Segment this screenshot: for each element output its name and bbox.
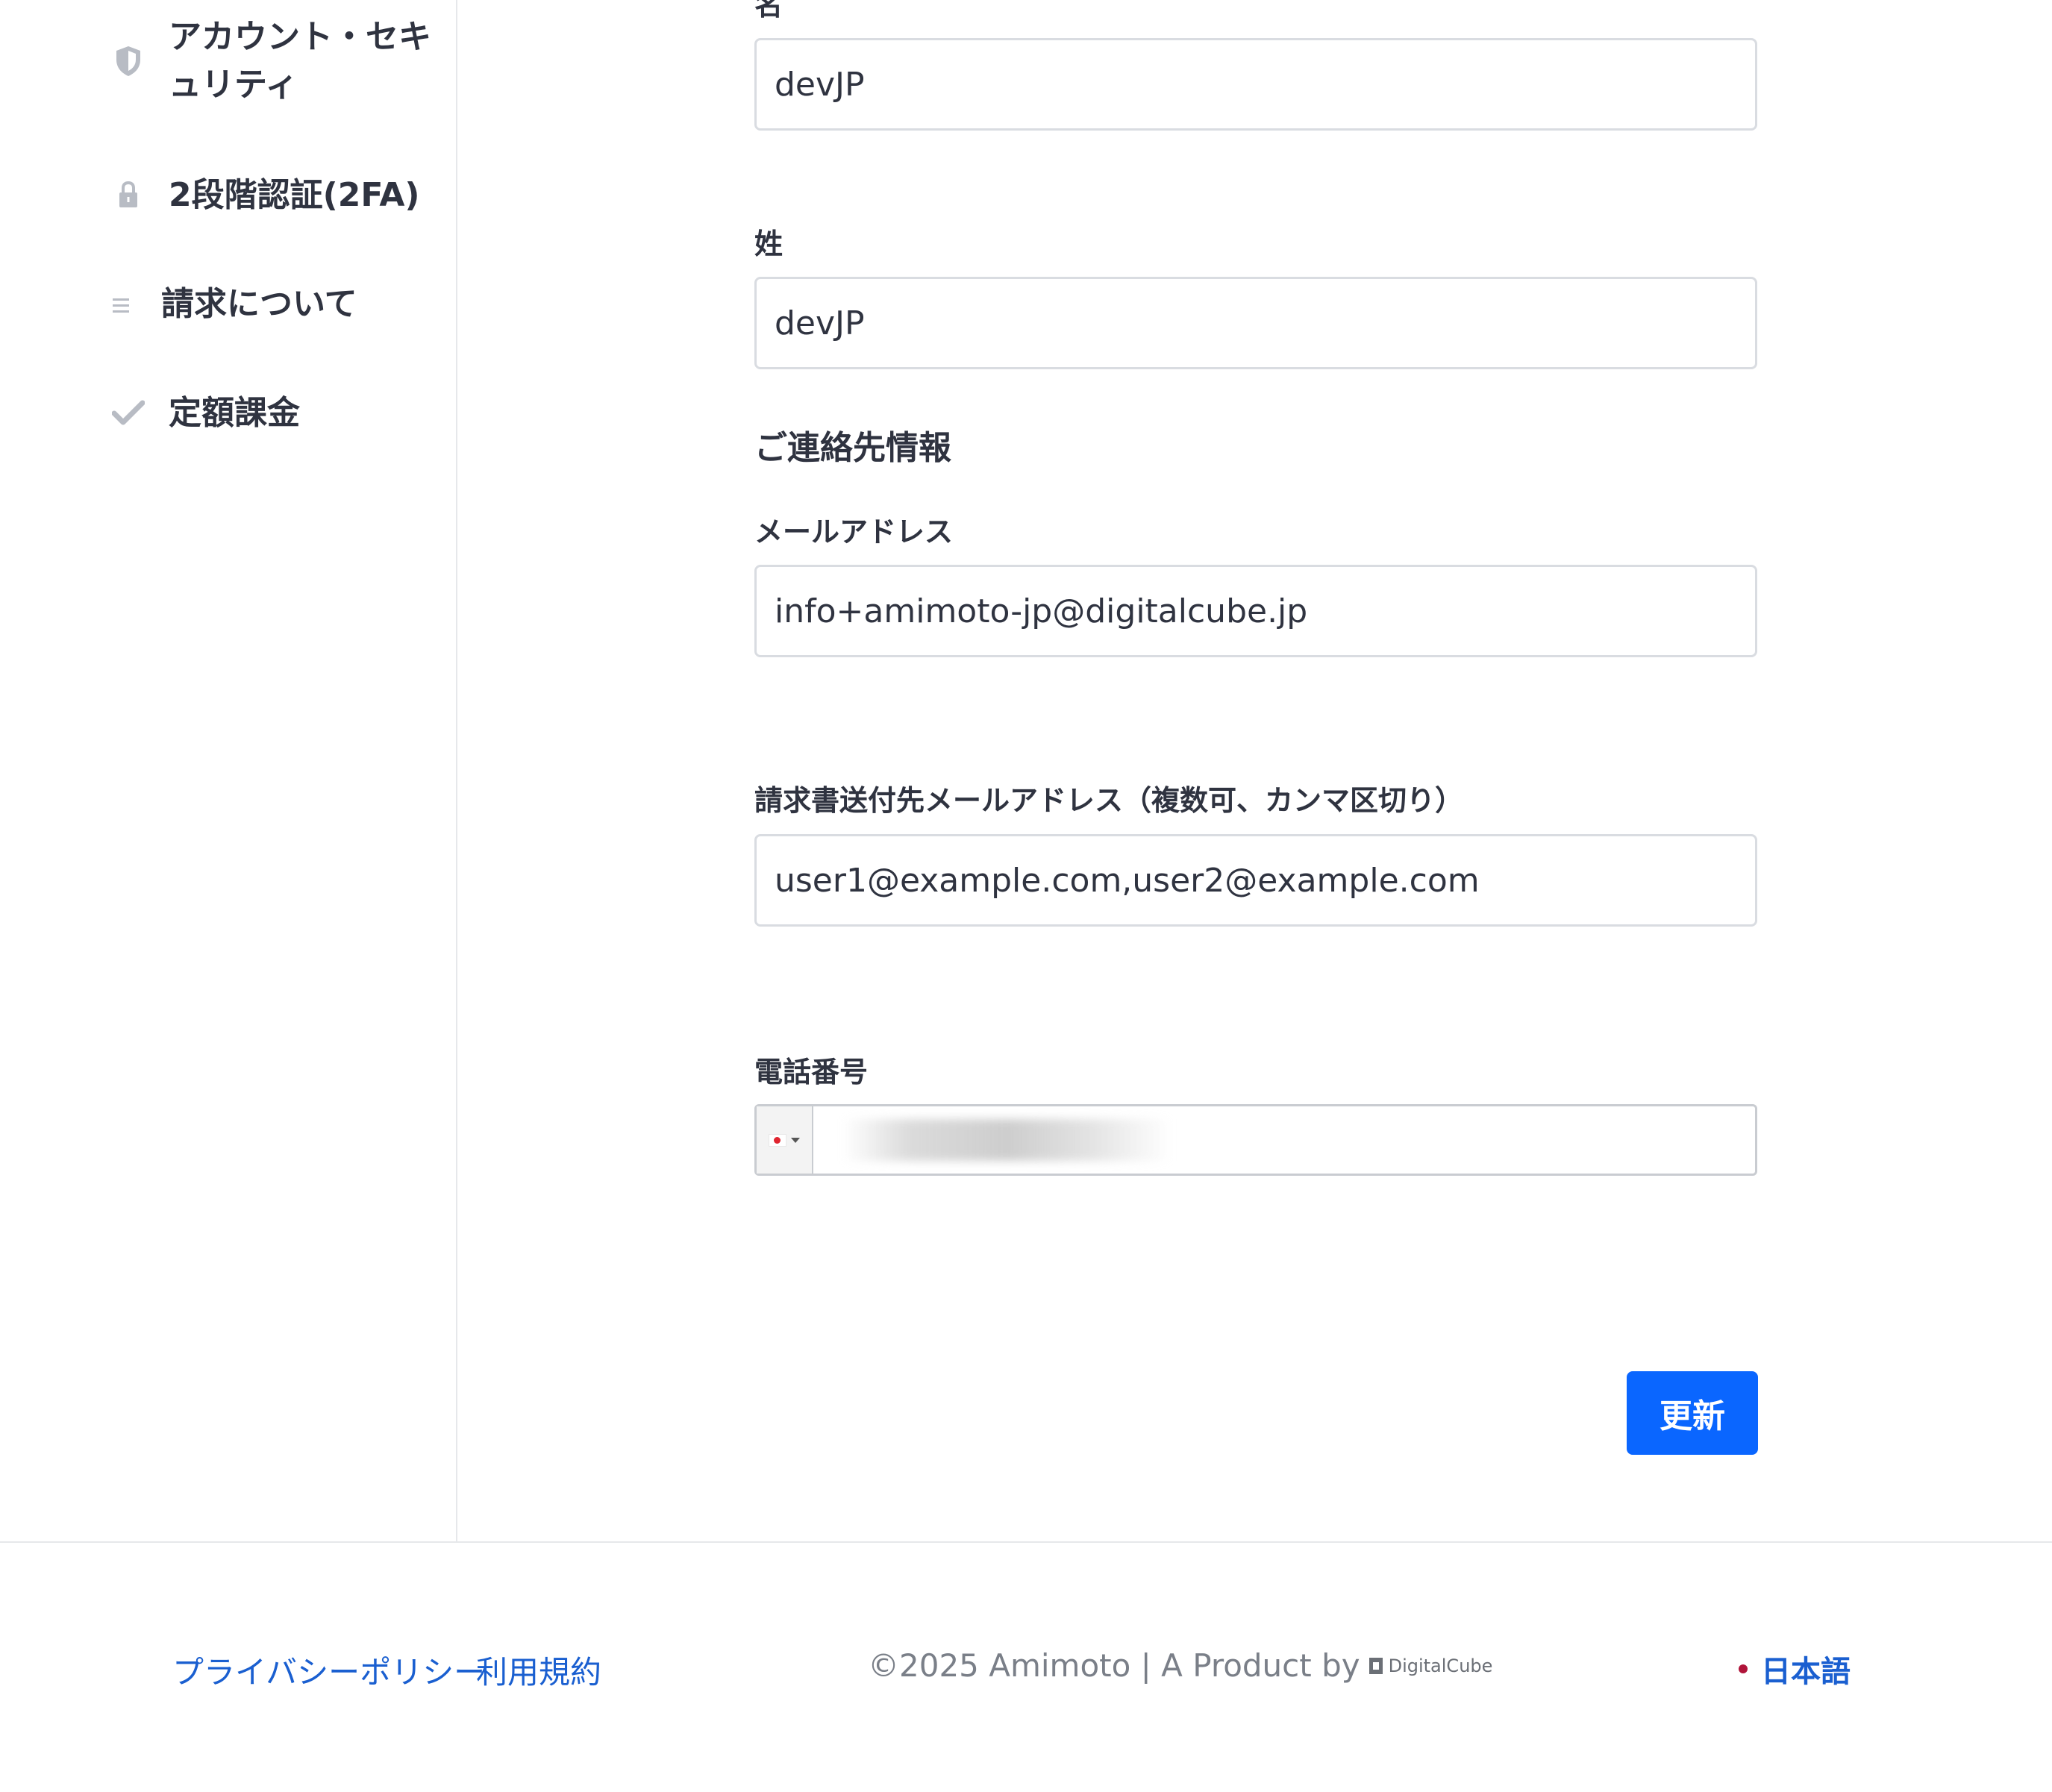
sidebar-item-label: 定額課金 xyxy=(169,394,300,432)
chevron-down-icon xyxy=(791,1137,800,1143)
language-switcher[interactable]: 日本語 xyxy=(1739,1647,1851,1691)
sidebar-item-label: 2段階認証(2FA) xyxy=(169,176,420,214)
copyright-text: ©2025 Amimoto | A Product by xyxy=(868,1647,1360,1684)
sidebar-item-account-security[interactable]: アカウント・セキ ュリティ xyxy=(110,13,431,109)
sidebar-item-billing[interactable]: 請求について xyxy=(103,281,357,328)
sidebar-item-subscription[interactable]: 定額課金 xyxy=(110,389,300,437)
contact-info-heading: ご連絡先情報 xyxy=(754,429,951,467)
account-settings-page: アカウント・セキ ュリティ 2段階認証(2FA) 請求について 定額課金 名 d… xyxy=(0,0,2052,1792)
last-name-input[interactable] xyxy=(754,277,1757,369)
email-label: メールアドレス xyxy=(754,516,954,548)
list-icon xyxy=(103,281,139,315)
language-dot-icon xyxy=(1739,1664,1748,1673)
last-name-label: 姓 xyxy=(754,228,783,260)
digitalcube-logo-icon xyxy=(1368,1657,1383,1674)
sidebar-item-label: アカウント・セキ ュリティ xyxy=(169,18,431,104)
country-code-dropdown[interactable] xyxy=(757,1106,813,1174)
phone-label: 電話番号 xyxy=(754,1056,869,1088)
sidebar-item-2fa[interactable]: 2段階認証(2FA) xyxy=(110,172,420,219)
shield-icon xyxy=(110,13,146,78)
language-label: 日本語 xyxy=(1761,1655,1851,1689)
email-input[interactable] xyxy=(754,565,1757,657)
sidebar: アカウント・セキ ュリティ 2段階認証(2FA) 請求について 定額課金 xyxy=(0,0,457,1543)
privacy-policy-link[interactable]: プライバシーポリシー xyxy=(172,1647,485,1693)
first-name-input[interactable] xyxy=(754,38,1757,131)
digitalcube-logo: DigitalCube xyxy=(1368,1655,1493,1676)
terms-link[interactable]: 利用規約 xyxy=(476,1647,601,1693)
lock-icon xyxy=(110,172,146,209)
copyright: ©2025 Amimoto | A Product by DigitalCube xyxy=(868,1647,1492,1684)
billing-email-input[interactable] xyxy=(754,834,1757,927)
first-name-label: 名 xyxy=(754,0,783,22)
update-button[interactable]: 更新 xyxy=(1627,1371,1758,1455)
japan-flag-icon xyxy=(769,1133,786,1147)
sidebar-item-label: 請求について xyxy=(161,285,357,323)
digitalcube-logo-text: DigitalCube xyxy=(1388,1655,1493,1676)
redacted-phone-number xyxy=(843,1119,1172,1161)
check-icon xyxy=(110,389,146,427)
footer: プライバシーポリシー 利用規約 ©2025 Amimoto | A Produc… xyxy=(0,1541,2052,1792)
billing-email-label: 請求書送付先メールアドレス（複数可、カンマ区切り） xyxy=(754,784,1464,817)
